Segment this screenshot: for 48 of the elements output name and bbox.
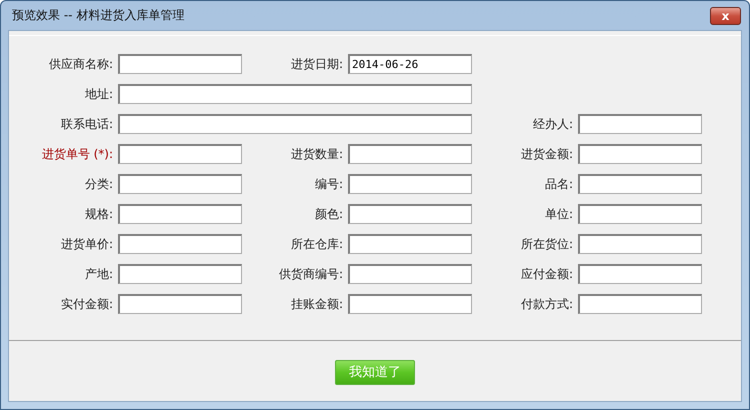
field-label: 进货金额: xyxy=(520,146,573,163)
field-label: 供应商名称: xyxy=(48,56,113,73)
field-label: 经办人: xyxy=(532,116,573,133)
input-field[interactable] xyxy=(118,84,472,104)
field-label: 单位: xyxy=(544,206,573,223)
input-field[interactable] xyxy=(348,204,472,224)
field-label: 产地: xyxy=(84,266,113,283)
input-field[interactable] xyxy=(578,234,702,254)
field-label: 所在仓库: xyxy=(290,236,343,253)
input-field[interactable] xyxy=(578,174,702,194)
input-field[interactable] xyxy=(118,174,242,194)
input-field[interactable] xyxy=(348,174,472,194)
input-field[interactable] xyxy=(348,234,472,254)
field-label: 供货商编号: xyxy=(278,266,343,283)
input-field[interactable] xyxy=(578,264,702,284)
field-label: 进货单价: xyxy=(60,236,113,253)
field-label: 编号: xyxy=(314,176,343,193)
input-field[interactable] xyxy=(118,114,472,134)
input-field[interactable] xyxy=(578,114,702,134)
input-field[interactable] xyxy=(578,144,702,164)
field-label: 品名: xyxy=(544,176,573,193)
field-label: 进货数量: xyxy=(290,146,343,163)
field-label: 所在货位: xyxy=(520,236,573,253)
input-field[interactable] xyxy=(348,144,472,164)
input-field[interactable] xyxy=(118,54,242,74)
input-field[interactable] xyxy=(348,294,472,314)
field-label: 联系电话: xyxy=(60,116,113,133)
input-field[interactable]: 2014-06-26 xyxy=(348,54,472,74)
input-field[interactable] xyxy=(118,144,242,164)
input-field[interactable] xyxy=(578,294,702,314)
input-field[interactable] xyxy=(348,264,472,284)
input-field[interactable] xyxy=(118,234,242,254)
close-button[interactable]: x xyxy=(710,6,741,24)
field-label: 规格: xyxy=(84,206,113,223)
field-label: 进货单号 (*): xyxy=(40,146,113,163)
input-field[interactable] xyxy=(578,204,702,224)
field-label: 实付金额: xyxy=(60,296,113,313)
input-field[interactable] xyxy=(118,264,242,284)
input-field[interactable] xyxy=(118,294,242,314)
input-field[interactable] xyxy=(118,204,242,224)
field-label: 颜色: xyxy=(314,206,343,223)
field-label: 分类: xyxy=(84,176,113,193)
field-label: 付款方式: xyxy=(520,296,573,313)
window-title: 预览效果 -- 材料进货入库单管理 xyxy=(12,7,184,24)
field-label: 挂账金额: xyxy=(290,296,343,313)
field-label: 地址: xyxy=(84,86,113,103)
field-label: 进货日期: xyxy=(290,56,343,73)
field-label: 应付金额: xyxy=(520,266,573,283)
